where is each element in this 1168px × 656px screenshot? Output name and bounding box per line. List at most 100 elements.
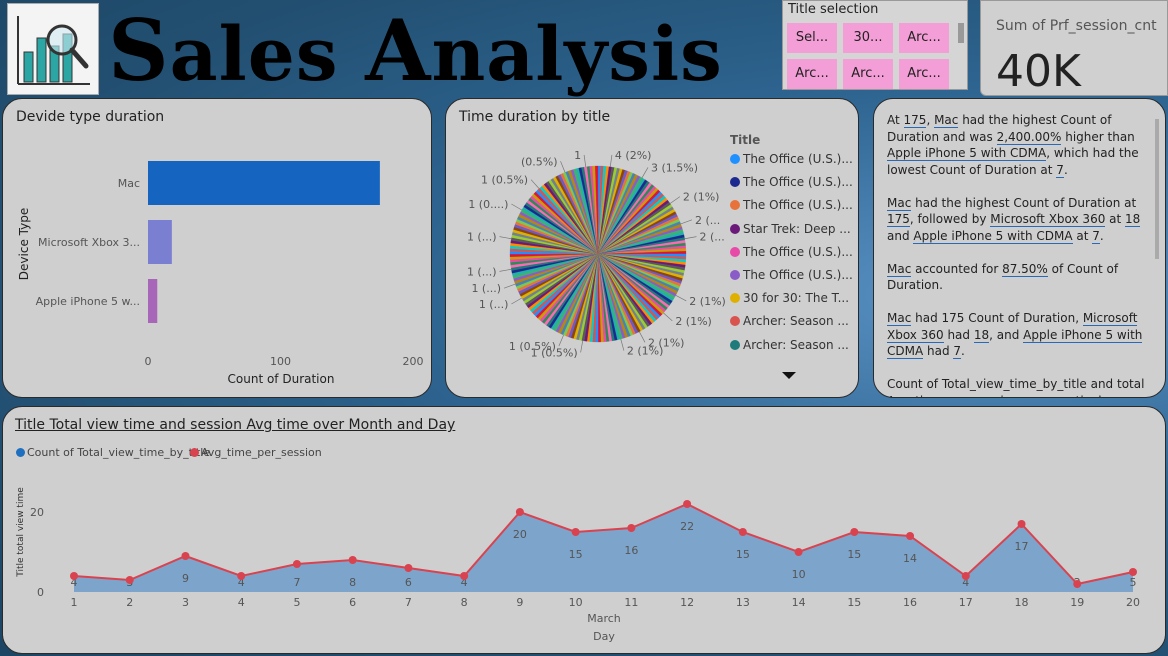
- area-fill: [74, 504, 1133, 592]
- narrative-text-run: had the highest Count of Duration at: [911, 195, 1137, 210]
- y-axis-title: Device Type: [17, 208, 31, 280]
- legend-label: Count of Total_view_time_by_title: [27, 446, 211, 459]
- legend-label: Archer: Season ...: [743, 337, 849, 352]
- pie-legend-item[interactable]: 30 for 30: The T...: [730, 291, 849, 305]
- legend-item-view-time[interactable]: Count of Total_view_time_by_title: [16, 446, 210, 459]
- narrative-text-run: had: [923, 344, 954, 358]
- x-tick-label: 10: [569, 596, 583, 609]
- narrative-highlight[interactable]: Mac: [887, 261, 912, 277]
- narrative-paragraph: Count of Total_view_time_by_title and to…: [887, 376, 1145, 397]
- data-label: 10: [792, 568, 806, 581]
- narrative-text-run: .: [961, 344, 965, 358]
- data-point[interactable]: [1017, 520, 1026, 528]
- pie-leader-line: [511, 297, 522, 305]
- data-point[interactable]: [460, 572, 469, 580]
- data-point[interactable]: [850, 528, 859, 536]
- bar[interactable]: [148, 220, 172, 264]
- app-logo: [7, 3, 99, 95]
- narrative-highlight[interactable]: 175: [903, 113, 927, 128]
- narrative-highlight[interactable]: Mac: [934, 113, 959, 128]
- x-month-label: March: [587, 612, 621, 625]
- narrative-highlight[interactable]: 18: [1125, 212, 1141, 227]
- data-point[interactable]: [571, 528, 580, 536]
- data-point[interactable]: [181, 552, 190, 560]
- narrative-highlight[interactable]: 18: [973, 327, 990, 343]
- x-tick-label: 13: [736, 596, 750, 609]
- pie-leader-line: [684, 236, 697, 240]
- slicer-tile[interactable]: Sel...: [787, 23, 837, 53]
- legend-label: The Office (U.S.)...: [743, 175, 853, 190]
- narrative-text-run: , and: [989, 327, 1024, 342]
- pie-slice-label: 4 (2%): [615, 149, 652, 162]
- narrative-text: At 175, Mac had the highest Count of Dur…: [887, 112, 1145, 397]
- pie-legend-item[interactable]: The Office (U.S.)...: [730, 175, 853, 189]
- data-point[interactable]: [125, 576, 134, 584]
- narrative-text-run: ,: [926, 113, 935, 127]
- narrative-text-run: had 175 Count of Duration,: [911, 311, 1083, 325]
- bar[interactable]: [148, 161, 380, 205]
- narrative-highlight[interactable]: Mac: [887, 311, 912, 326]
- y-axis-title: Title total view time: [16, 487, 26, 578]
- narrative-highlight[interactable]: 2,400.00%: [996, 129, 1062, 145]
- data-label: 14: [903, 552, 917, 565]
- data-point[interactable]: [237, 572, 246, 580]
- legend-more-arrow-icon[interactable]: [782, 372, 796, 379]
- slicer-tile[interactable]: Arc...: [899, 23, 949, 53]
- narrative-text-run: .: [1063, 162, 1068, 177]
- x-tick-label: 16: [903, 596, 917, 609]
- data-point[interactable]: [906, 532, 915, 540]
- narrative-paragraph: Mac had the highest Count of Duration at…: [887, 195, 1145, 245]
- pie-legend-item[interactable]: Star Trek: Deep ...: [730, 222, 851, 236]
- y-tick-label: 0: [37, 586, 44, 599]
- slicer-tile[interactable]: Arc...: [787, 59, 837, 89]
- data-point[interactable]: [738, 528, 747, 536]
- narrative-highlight[interactable]: Mac: [887, 195, 912, 211]
- data-point[interactable]: [292, 560, 301, 568]
- pie-legend-item[interactable]: The Office (U.S.)...: [730, 152, 853, 166]
- narrative-highlight[interactable]: Apple iPhone 5 with CDMA: [887, 146, 1047, 161]
- narrative-highlight[interactable]: 175: [887, 212, 910, 227]
- data-point[interactable]: [1073, 580, 1082, 588]
- data-point[interactable]: [1129, 568, 1137, 576]
- x-axis-title: Count of Duration: [228, 372, 335, 386]
- pie-slice-label: 1 (...): [479, 298, 509, 311]
- pie-legend-item[interactable]: Archer: Season ...: [730, 314, 849, 328]
- slicer-tile[interactable]: Arc...: [899, 59, 949, 89]
- slicer-scrollbar[interactable]: [958, 23, 964, 43]
- data-label: 16: [624, 544, 638, 557]
- x-tick-label: 17: [959, 596, 973, 609]
- pie-legend-item[interactable]: Archer: Season ...: [730, 338, 849, 352]
- narrative-scrollbar[interactable]: [1155, 119, 1159, 259]
- data-point[interactable]: [627, 524, 636, 532]
- data-point[interactable]: [961, 572, 970, 580]
- pie-legend-item[interactable]: The Office (U.S.)...: [730, 268, 853, 282]
- bar-category-label: Apple iPhone 5 w...: [36, 295, 140, 308]
- legend-dot: [730, 293, 740, 304]
- narrative-highlight[interactable]: 87.50%: [1002, 261, 1048, 277]
- legend-item-avg-time[interactable]: Avg_time_per_session: [190, 446, 322, 459]
- slicer-tile[interactable]: 30...: [843, 23, 893, 53]
- narrative-text-run: and: [887, 228, 914, 243]
- view-time-area-chart: 4394786420151622151015144172512345678910…: [16, 487, 1140, 643]
- data-label: 9: [182, 572, 189, 585]
- data-point[interactable]: [794, 548, 803, 556]
- pie-legend-item[interactable]: The Office (U.S.)...: [730, 245, 853, 259]
- data-point[interactable]: [515, 508, 524, 516]
- data-point[interactable]: [404, 564, 413, 572]
- pie-legend-item[interactable]: The Office (U.S.)...: [730, 198, 853, 212]
- narrative-highlight[interactable]: 7: [953, 344, 962, 359]
- legend-dot: [730, 177, 740, 188]
- narrative-text-run: at: [1105, 212, 1126, 226]
- slicer-tile[interactable]: Arc...: [843, 59, 893, 89]
- data-point[interactable]: [683, 500, 692, 508]
- data-label: 15: [736, 548, 750, 561]
- bar[interactable]: [148, 279, 158, 323]
- pie-slice-label: 1 (0.5%): [509, 340, 556, 353]
- narrative-highlight[interactable]: 7: [1056, 162, 1064, 178]
- narrative-highlight[interactable]: Apple iPhone 5 with CDMA: [913, 228, 1073, 244]
- data-point[interactable]: [348, 556, 357, 564]
- narrative-highlight[interactable]: Microsoft Xbox 360: [990, 212, 1106, 227]
- x-tick-label: 11: [624, 596, 638, 609]
- narrative-highlight[interactable]: 7: [1092, 228, 1100, 244]
- data-point[interactable]: [70, 572, 78, 580]
